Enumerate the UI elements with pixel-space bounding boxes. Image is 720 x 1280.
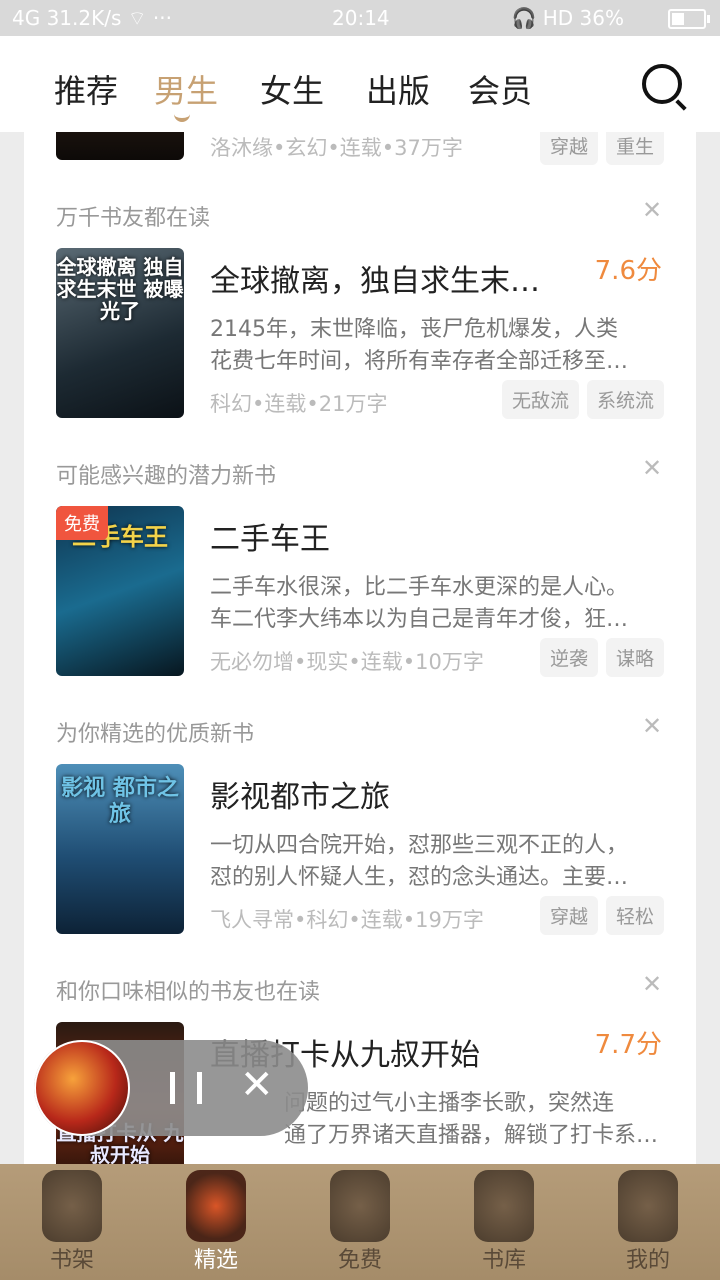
book-title: 影视都市之旅 [210,780,390,815]
book-cover: 影视 都市之旅 [56,764,184,934]
tag[interactable]: 穿越 [539,132,598,165]
nav-featured[interactable]: 精选 [144,1164,288,1280]
nav-label: 免费 [337,1248,382,1273]
book-score: 7.7分 [594,1030,662,1060]
recommend-reason: 可能感兴趣的潜力新书 [56,464,277,489]
free-icon [330,1170,390,1242]
library-icon [474,1170,534,1242]
book-description: 二手车水很深，比二手车水更深的是人心。 车二代李大纬本以为自己是青年才俊，狂… [210,572,666,636]
nav-label: 我的 [625,1248,670,1273]
close-icon[interactable]: ✕ [240,1062,274,1108]
book-cover [56,132,184,160]
bottom-nav: 书架 精选 免费 书库 我的 [0,1164,720,1280]
system-indicators: 🎧 HD 36% [511,6,624,30]
book-meta: 飞人寻常•科幻•连载•19万字 [210,908,484,932]
nav-label: 精选 [193,1248,238,1273]
recommend-reason: 和你口味相似的书友也在读 [56,980,321,1005]
clock: 20:14 [332,6,390,30]
book-score: 7.6分 [594,256,662,286]
tab-recommend[interactable]: 推荐 [54,66,118,112]
floating-audio-player[interactable]: ✕ [34,1040,308,1136]
tag[interactable]: 谋略 [605,638,664,677]
tag[interactable]: 逆袭 [539,638,598,677]
top-tab-bar: 推荐 男生 女生 出版 会员 [0,36,720,132]
close-icon[interactable]: ✕ [642,454,662,482]
pause-icon[interactable] [170,1072,202,1104]
cover-title: 影视 都市之旅 [61,776,179,827]
book-feed[interactable]: 洛沐缘•玄幻•连载•37万字 穿越 重生 万千书友都在读 ✕ 全球撤离 独自求生末… [24,132,696,1164]
close-icon[interactable]: ✕ [642,196,662,224]
tag-list: 穿越 重生 [532,132,664,165]
book-meta: 科幻•连载•21万字 [210,392,388,416]
tag[interactable]: 无敌流 [501,380,579,419]
close-icon[interactable]: ✕ [642,712,662,740]
tag[interactable]: 轻松 [605,896,664,935]
nav-label: 书架 [49,1248,94,1273]
bookshelf-icon [42,1170,102,1242]
tag[interactable]: 重生 [605,132,664,165]
book-title: 全球撤离，独自求生末… [210,264,540,299]
cover-title: 全球撤离 独自求生末世 被曝光了 [56,255,184,323]
desc-line: 二手车水很深，比二手车水更深的是人心。 [210,575,629,600]
book-description: 一切从四合院开始，怼那些三观不正的人， 怼的别人怀疑人生，怼的念头通达。主要… [210,830,666,894]
tag-list: 无敌流 系统流 [494,380,664,419]
nav-profile[interactable]: 我的 [576,1164,720,1280]
search-icon[interactable] [642,64,682,104]
tag[interactable]: 系统流 [586,380,664,419]
nav-bookshelf[interactable]: 书架 [0,1164,144,1280]
nav-library[interactable]: 书库 [432,1164,576,1280]
book-meta: 无必勿增•现实•连载•10万字 [210,650,484,674]
status-bar: 4G 31.2K/s ⌔ ··· 20:14 🎧 HD 36% [0,0,720,36]
desc-line: 花费七年时间，将所有幸存者全部迁移至… [210,349,629,374]
desc-line: 怼的别人怀疑人生，怼的念头通达。主要… [210,865,629,890]
profile-icon [618,1170,678,1242]
tag[interactable]: 穿越 [539,896,598,935]
desc-line: 车二代李大纬本以为自己是青年才俊，狂… [210,607,629,632]
now-playing-cover[interactable] [34,1040,130,1136]
free-badge: 免费 [56,506,108,540]
book-meta: 洛沐缘•玄幻•连载•37万字 [210,136,463,160]
desc-line: 一切从四合院开始，怼那些三观不正的人， [210,833,629,858]
tab-publish[interactable]: 出版 [366,66,430,112]
battery-icon [668,9,710,29]
book-cover: 全球撤离 独自求生末世 被曝光了 [56,248,184,418]
featured-icon [186,1170,246,1242]
book-description: 2145年，末世降临，丧尸危机爆发，人类 花费七年时间，将所有幸存者全部迁移至… [210,314,666,378]
recommend-reason: 为你精选的优质新书 [56,722,255,747]
book-cover: 二手车王 免费 [56,506,184,676]
tag-list: 逆袭 谋略 [532,638,664,677]
nav-label: 书库 [481,1248,526,1273]
tab-vip[interactable]: 会员 [468,66,532,112]
tab-male[interactable]: 男生 [154,66,218,112]
tag-list: 穿越 轻松 [532,896,664,935]
close-icon[interactable]: ✕ [642,970,662,998]
tab-female[interactable]: 女生 [260,66,324,112]
network-status: 4G 31.2K/s ⌔ ··· [12,6,172,30]
book-title: 二手车王 [210,522,330,557]
desc-line: 2145年，末世降临，丧尸危机爆发，人类 [210,317,618,342]
nav-free[interactable]: 免费 [288,1164,432,1280]
recommend-reason: 万千书友都在读 [56,206,211,231]
